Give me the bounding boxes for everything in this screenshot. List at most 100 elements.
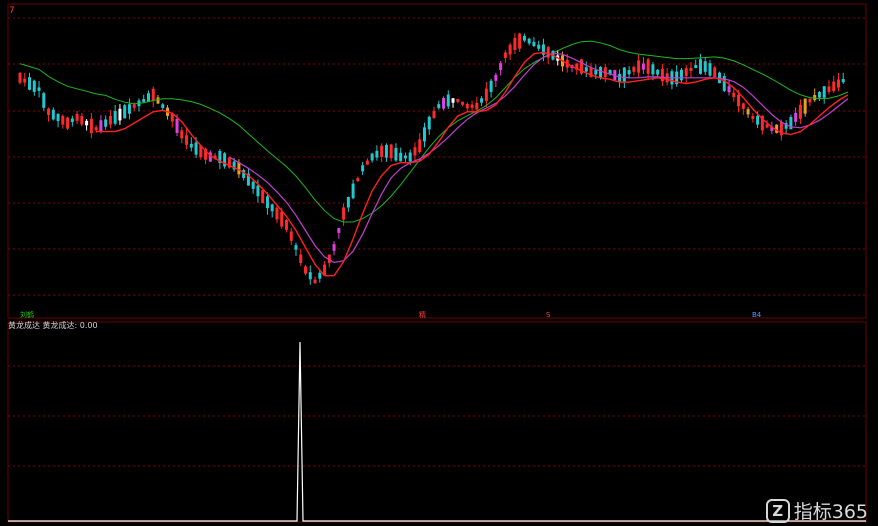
candle-body	[118, 108, 122, 121]
candle-body	[751, 115, 755, 119]
candle-body	[113, 111, 117, 124]
candle-body	[627, 70, 631, 75]
candle-body	[299, 254, 303, 263]
candle-body	[480, 98, 484, 103]
candle-body	[698, 59, 702, 74]
candle-body	[356, 178, 360, 182]
candle-body	[518, 33, 522, 49]
candle-body	[489, 80, 493, 92]
candle-body	[318, 272, 322, 279]
candle-body	[108, 115, 112, 125]
candle-body	[28, 77, 32, 90]
candle-body	[142, 99, 146, 102]
candle-body	[632, 66, 636, 72]
candle-body	[180, 130, 184, 139]
candle-body	[694, 65, 698, 69]
candle-body	[618, 73, 622, 82]
candle-body	[384, 145, 388, 158]
candle-body	[656, 69, 660, 75]
candle-body	[346, 196, 350, 208]
event-marker-2: 精	[419, 311, 426, 319]
candle-body	[803, 98, 807, 114]
candle-body	[332, 244, 336, 251]
candle-body	[622, 67, 626, 83]
candle-body	[80, 116, 84, 125]
candle-body	[599, 66, 603, 78]
candle-body	[146, 93, 150, 103]
indicator-signal-line	[8, 341, 866, 522]
candle-body	[537, 44, 541, 49]
main-panel-frame	[7, 3, 867, 319]
candle-body	[275, 207, 279, 220]
candle-body	[270, 204, 274, 212]
candle-body	[756, 115, 760, 125]
candle-body	[66, 117, 70, 129]
candle-body	[703, 61, 707, 72]
candle-body	[132, 104, 136, 108]
candle-body	[437, 104, 441, 109]
candle-body	[461, 101, 465, 105]
candle-body	[494, 74, 498, 81]
candle-body	[646, 59, 650, 74]
candle-body	[280, 211, 284, 227]
candle-body	[161, 104, 165, 108]
candle-body	[32, 80, 36, 92]
candle-body	[75, 113, 79, 121]
indicator-value: 0.00	[79, 321, 98, 330]
candle-body	[380, 145, 384, 157]
event-marker-1: 刘鹤	[20, 311, 34, 319]
candle-body	[61, 115, 65, 125]
event-marker-3: S	[546, 311, 551, 319]
candle-body	[294, 245, 298, 250]
candle-body	[798, 104, 802, 119]
candle-body	[432, 111, 436, 119]
candle-body	[484, 88, 488, 102]
candle-body	[399, 152, 403, 162]
candle-body	[499, 63, 503, 70]
candle-body	[104, 119, 108, 127]
candle-body	[808, 98, 812, 103]
candle-body	[513, 37, 517, 50]
candle-body	[261, 190, 265, 203]
candle-body	[313, 279, 317, 284]
candle-body	[451, 98, 455, 103]
candle-body	[836, 79, 840, 88]
candle-body	[727, 86, 731, 93]
candle-body	[256, 185, 260, 197]
candle-body	[284, 219, 288, 230]
candle-body	[794, 113, 798, 122]
candle-body	[446, 94, 450, 107]
candle-body	[237, 162, 241, 175]
candle-body	[175, 118, 179, 133]
candle-body	[265, 196, 269, 209]
watermark: Z 指标365	[765, 497, 868, 524]
indicator-title: 黄龙成达 黄龙成达: 0.00	[8, 321, 98, 330]
candle-body	[418, 139, 422, 153]
watermark-text: 指标365	[793, 501, 868, 523]
candle-body	[361, 165, 365, 172]
candle-body	[251, 181, 255, 189]
candle-body	[156, 97, 160, 104]
stock-chart[interactable]	[0, 0, 878, 526]
candle-body	[42, 93, 46, 108]
candle-body	[151, 88, 155, 101]
candle-body	[370, 153, 374, 161]
indicator-series-label: 黄龙成达	[42, 321, 75, 330]
candle-body	[456, 99, 460, 102]
candle-body	[679, 69, 683, 81]
candle-body	[689, 67, 693, 71]
candle-body	[70, 118, 74, 122]
candle-body	[304, 266, 308, 274]
candle-body	[408, 152, 412, 162]
candle-body	[527, 38, 531, 44]
candle-body	[475, 102, 479, 110]
candle-body	[85, 120, 89, 126]
candle-body	[99, 120, 103, 132]
candle-body	[822, 86, 826, 98]
candle-body	[23, 78, 27, 83]
candle-body	[37, 87, 41, 91]
candle-body	[365, 160, 369, 165]
ma-mid-line	[229, 52, 849, 264]
candle-body	[737, 94, 741, 107]
candle-body	[189, 143, 193, 148]
